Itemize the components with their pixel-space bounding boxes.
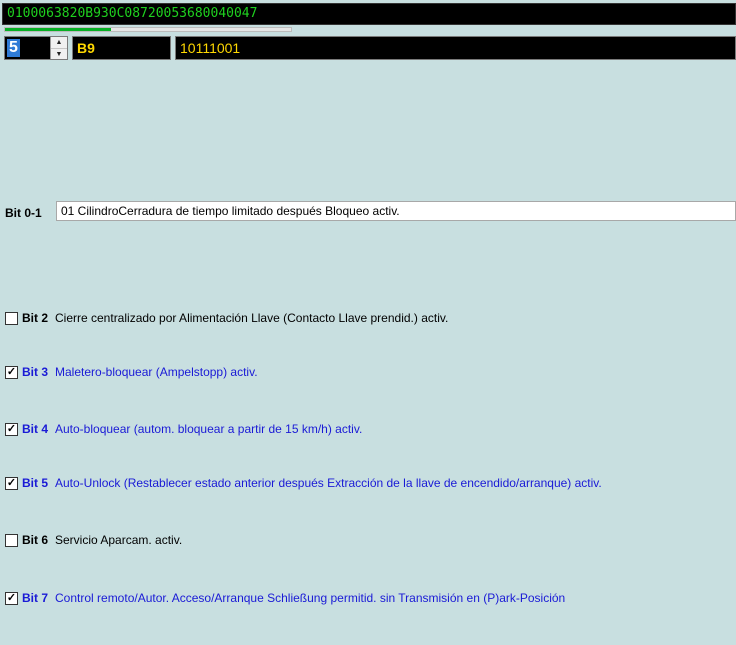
byte-index-value[interactable]: 5 xyxy=(7,39,20,57)
bit-4-label: Bit 4 xyxy=(22,422,49,436)
bit-6-label: Bit 6 xyxy=(22,533,49,547)
bit-5-description: Auto-Unlock (Restablecer estado anterior… xyxy=(55,476,602,490)
bit-4-checkbox[interactable]: ✓ xyxy=(5,422,18,436)
spinner-down-icon[interactable]: ▼ xyxy=(51,48,67,59)
bit-row-2[interactable]: Bit 2 Cierre centralizado por Alimentaci… xyxy=(5,310,448,326)
bit-7-checkbox[interactable]: ✓ xyxy=(5,591,18,605)
spinner-up-icon[interactable]: ▲ xyxy=(51,37,67,48)
bit-5-checkbox[interactable]: ✓ xyxy=(5,476,18,490)
hex-value-field[interactable]: B9 xyxy=(72,36,171,60)
bit01-select[interactable]: 01 CilindroCerradura de tiempo limitado … xyxy=(56,201,736,221)
bit-row-6[interactable]: Bit 6 Servicio Aparcam. activ. xyxy=(5,532,182,548)
bit-row-4[interactable]: ✓ Bit 4 Auto-bloquear (autom. bloquear a… xyxy=(5,421,362,437)
bit-2-description: Cierre centralizado por Alimentación Lla… xyxy=(55,311,449,325)
bit-4-description: Auto-bloquear (autom. bloquear a partir … xyxy=(55,422,363,436)
bit-6-checkbox[interactable] xyxy=(5,533,18,547)
bit-7-label: Bit 7 xyxy=(22,591,49,605)
bit-2-label: Bit 2 xyxy=(22,311,49,325)
bit-row-7[interactable]: ✓ Bit 7 Control remoto/Autor. Acceso/Arr… xyxy=(5,590,565,606)
byte-index-spinner[interactable]: 5 ▲ ▼ xyxy=(4,36,68,60)
bit-row-3[interactable]: ✓ Bit 3 Maletero-bloquear (Ampelstopp) a… xyxy=(5,364,258,380)
bit-3-label: Bit 3 xyxy=(22,365,49,379)
progress-bar-fill xyxy=(5,28,111,31)
bit01-label: Bit 0-1 xyxy=(5,206,42,220)
bit-5-label: Bit 5 xyxy=(22,476,49,490)
binary-value-field[interactable]: 10111001 xyxy=(175,36,736,60)
coding-string-display: 0100063820B930C08720053680040047 xyxy=(2,3,736,25)
progress-bar xyxy=(4,27,292,32)
bit-3-description: Maletero-bloquear (Ampelstopp) activ. xyxy=(55,365,258,379)
bit-2-checkbox[interactable] xyxy=(5,311,18,325)
bit-7-description: Control remoto/Autor. Acceso/Arranque Sc… xyxy=(55,591,566,605)
bit-row-5[interactable]: ✓ Bit 5 Auto-Unlock (Restablecer estado … xyxy=(5,475,602,491)
bit-3-checkbox[interactable]: ✓ xyxy=(5,365,18,379)
spinner-buttons: ▲ ▼ xyxy=(50,37,67,59)
bit-6-description: Servicio Aparcam. activ. xyxy=(55,533,183,547)
